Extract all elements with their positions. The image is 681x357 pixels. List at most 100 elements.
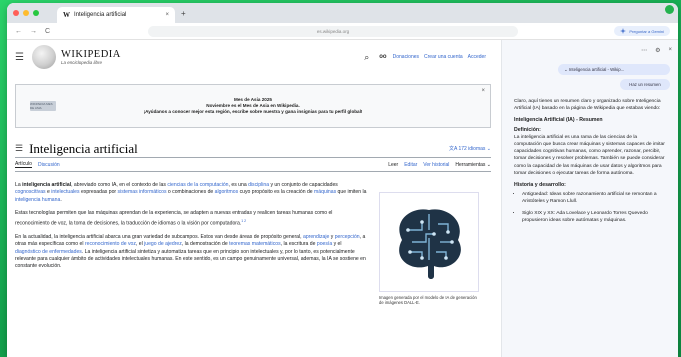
content-area: ☰ WIKIPEDIA La enciclopedia libre ⌕ oo D… [7,40,678,357]
article-text-run: , la demostración de [181,241,230,248]
article-link[interactable]: cognoscitivas [15,189,46,195]
article-link[interactable]: intelectuales [51,189,79,195]
figure-caption: Imagen generada por el modelo de IA de g… [379,295,477,306]
donate-link[interactable]: Donaciones [393,54,419,60]
new-tab-button[interactable]: + [181,9,186,18]
article-text-run: cuyo propósito es la creación de [238,189,315,196]
forward-icon[interactable]: → [30,28,37,35]
profile-icon[interactable] [665,5,674,14]
page-title: Inteligencia artificial [29,140,138,156]
close-window-button[interactable] [13,10,19,16]
paragraph-2-text: Estas tecnologías permiten que las máqui… [15,210,333,227]
article-text-run: expresadas por [79,189,118,196]
banner-text: Mes de Asia 2025 Noviembre es el Mes de … [16,97,490,115]
tools-menu[interactable]: Herramientas ⌄ [455,162,491,168]
article-link[interactable]: percepción [335,234,360,240]
toc-icon[interactable]: ☰ [15,143,23,154]
article-text-run: y el [332,241,342,248]
brain-image[interactable] [379,192,479,292]
article-text-run: , el [135,241,145,248]
article-text-run: que imiten la [336,189,367,196]
gemini-button-label: Preguntar a Gemini [629,28,664,34]
article-text-run: inteligencia artificial [22,182,72,188]
article-body: La inteligencia artificial, abreviado co… [15,182,491,306]
page-actions: Leer Editar Ver historial Herramientas ⌄ [382,162,491,168]
article-link[interactable]: juego de ajedrez [144,241,182,247]
article-link[interactable]: sistemas informáticos [118,189,167,195]
title-row: ☰ Inteligencia artificial 文A 172 idiomas… [15,140,491,158]
wordmark: WIKIPEDIA [60,49,121,60]
article-text-run: , la escritura de [280,241,317,248]
tab-edit[interactable]: Editar [404,162,417,168]
brain-circuit-icon [399,209,461,279]
header-links: ⌕ oo Donaciones Crear una cuenta Acceder [364,52,491,63]
asia-month-banner: WIKIPEDIA MES DE ASIA Mes de Asia 2025 N… [15,84,491,128]
context-chip[interactable]: ⌄ Inteligencia artificial - Wikip... [558,64,670,75]
banner-close-icon[interactable]: × [481,88,485,94]
list-item: Antigüedad: Ideas sobre razonamiento art… [522,191,666,205]
answer-heading: Inteligencia Artificial (IA) - Resumen [514,117,603,124]
tab-close-icon[interactable]: × [165,12,169,18]
create-account-link[interactable]: Crear una cuenta [424,54,463,60]
preferences-icon[interactable]: oo [379,54,386,60]
paragraph-1: La inteligencia artificial, abreviado co… [15,182,367,204]
prompt-bubble: Haz un resumen [620,79,670,90]
definition-label: Definición: [514,126,541,133]
paragraph-2: Estas tecnologías permiten que las máqui… [15,210,367,228]
maximize-window-button[interactable] [33,10,39,16]
tab-strip: W Inteligencia artificial × + [7,3,678,23]
history-label: Historia y desarrollo: [514,182,566,189]
close-panel-icon[interactable]: × [668,47,672,53]
article-link[interactable]: diagnóstico de enfermedades [15,249,82,255]
wikipedia-logo[interactable]: WIKIPEDIA La enciclopedia libre [61,49,121,65]
article-link[interactable]: reconocimiento de voz [85,241,136,247]
article-text-run: y un conjunto de capacidades [269,182,338,188]
wikipedia-favicon-icon: W [63,11,70,19]
back-icon[interactable]: ← [15,28,22,35]
minimize-window-button[interactable] [23,10,29,16]
article-link[interactable]: ciencias de la computación [167,182,228,188]
article-link[interactable]: poesía [317,241,332,247]
article-text-run: , abreviado como IA, en el contexto de l… [71,182,168,188]
list-item: Siglo XIX y XX: Ada Lovelace y Leonardo … [522,210,666,224]
article-text-run: , es una [228,182,249,188]
banner-logo: WIKIPEDIA MES DE ASIA [30,101,56,111]
main-menu-icon[interactable]: ☰ [15,52,24,63]
tab-read[interactable]: Leer [388,162,398,168]
sparkle-icon [620,28,627,34]
reference-link[interactable]: 1 2 [241,219,246,223]
wiki-header: ☰ WIKIPEDIA La enciclopedia libre ⌕ oo D… [15,40,491,74]
article-text-run: o combinaciones de [166,189,215,196]
browser-tab[interactable]: W Inteligencia artificial × [57,7,175,23]
banner-line3: ¡Ayúdanos a conocer mejor esta región, e… [143,109,363,114]
wikipedia-globe-logo[interactable] [31,45,56,69]
more-icon[interactable]: ⋯ [641,47,647,54]
search-icon[interactable]: ⌕ [364,52,369,63]
languages-button[interactable]: 文A 172 idiomas ⌄ [449,145,491,152]
browser-toolbar: ← → C es.wikipedia.org Preguntar a Gemin… [7,23,678,40]
settings-icon[interactable]: ⚙ [655,47,660,54]
article-link[interactable]: aprendizaje [303,234,329,240]
gemini-side-panel: ⋯ ⚙ × ⌄ Inteligencia artificial - Wikip.… [501,40,678,357]
article-link[interactable]: inteligencia humana [15,197,60,203]
gemini-answer: Claro, aquí tienes un resumen claro y or… [502,90,678,224]
tab-article[interactable]: Artículo [15,161,32,168]
side-panel-header: ⋯ ⚙ × [502,40,678,60]
address-bar[interactable]: es.wikipedia.org [148,25,519,37]
gemini-button[interactable]: Preguntar a Gemini [614,26,670,36]
article-link[interactable]: algoritmos [215,189,239,195]
page-tabs: Artículo Discusión Leer Editar Ver histo… [15,158,491,172]
tab-history[interactable]: Ver historial [423,162,449,168]
reload-icon[interactable]: C [45,28,50,35]
article-text-run: . [60,196,62,203]
answer-intro: Claro, aquí tienes un resumen claro y or… [514,99,661,112]
article-link[interactable]: disciplina [248,182,269,188]
tab-discussion[interactable]: Discusión [38,162,60,168]
wikipedia-page: ☰ WIKIPEDIA La enciclopedia libre ⌕ oo D… [7,40,501,357]
tagline: La enciclopedia libre [60,60,102,65]
article-link[interactable]: teoremas matemáticos [229,241,281,247]
login-link[interactable]: Acceder [468,54,486,60]
article-link[interactable]: máquinas [314,189,336,195]
article-text: La inteligencia artificial, abreviado co… [15,182,367,306]
paragraph-3: En la actualidad, la inteligencia artifi… [15,234,367,271]
